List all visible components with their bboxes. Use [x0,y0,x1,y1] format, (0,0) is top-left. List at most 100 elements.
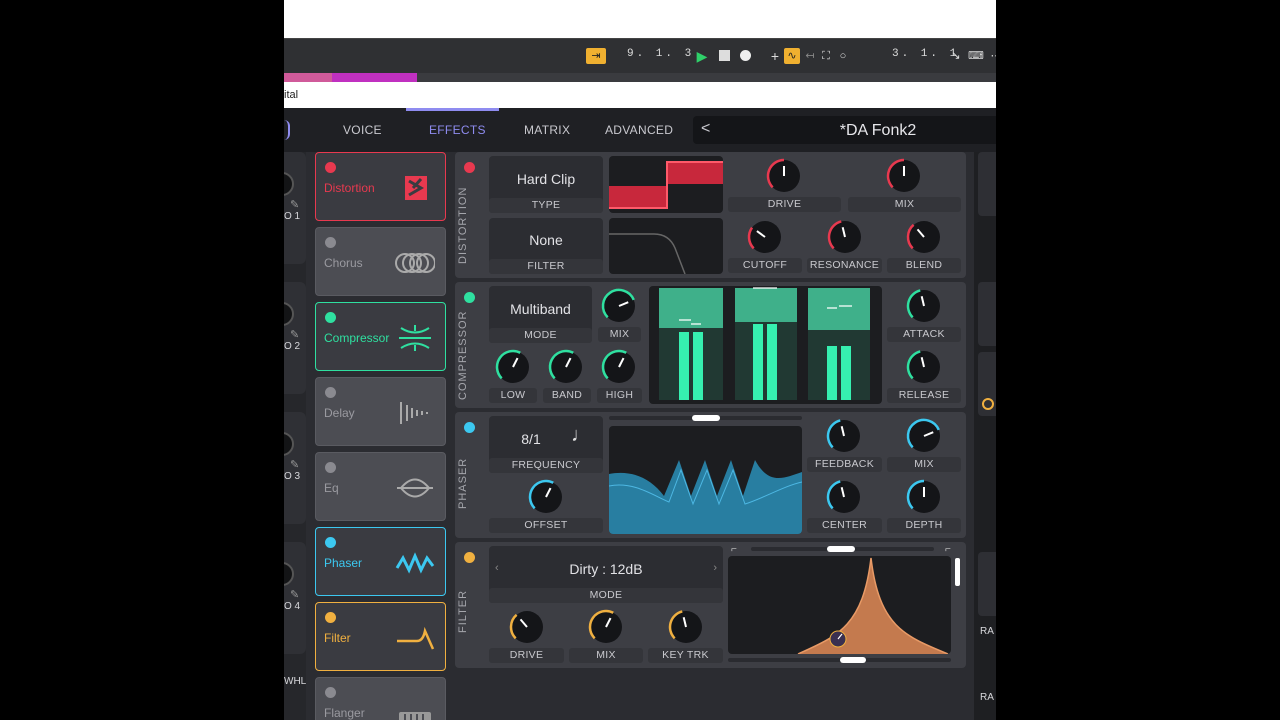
distortion-mix-knob[interactable] [884,156,924,196]
tab-voice[interactable]: VOICE [343,123,382,137]
follow-icon[interactable]: ⇥ [586,48,606,64]
filter-hscroll-handle[interactable] [840,657,866,663]
tab-matrix[interactable]: MATRIX [524,123,570,137]
filter-keytrk-knob[interactable] [666,607,706,647]
effect-enable-dot[interactable] [325,612,336,623]
lfo-label: O 1 [284,211,301,222]
position-display[interactable]: 9. 1. 3 [627,48,694,64]
filter-enable-dot[interactable] [464,552,475,563]
clip-1[interactable] [284,73,332,82]
compressor-high-knob[interactable] [599,347,639,387]
lfo-4-panel[interactable]: ✎ O 4 [284,542,306,654]
compressor-band-knob[interactable] [546,347,586,387]
automation-icon[interactable]: ∿ [784,48,800,64]
compressor-release-knob[interactable] [904,347,944,387]
highpass-icon[interactable]: ⌐ [945,544,951,555]
active-tab-indicator [406,108,499,111]
filter-drive-knob[interactable] [507,607,547,647]
phaser-offset-knob[interactable] [526,477,566,517]
distortion-resonance-knob[interactable] [825,217,865,257]
lowpass-icon[interactable]: ⌐ [731,544,737,555]
right-label-1: RA [980,626,994,637]
clip-2[interactable] [332,73,417,82]
effect-enable-dot[interactable] [325,462,336,473]
effect-card-delay[interactable]: Delay [315,377,446,446]
distortion-filter-label: FILTER [489,259,603,274]
tab-advanced[interactable]: ADVANCED [605,123,673,137]
pencil-icon[interactable]: ✎ [290,198,299,211]
effect-card-flanger[interactable]: Flanger [315,677,446,720]
filter-mode-selector[interactable]: ‹ Dirty : 12dB › MODE [489,546,723,603]
effect-enable-dot[interactable] [325,312,336,323]
filter-morph-slider[interactable] [751,546,934,552]
effect-card-compressor[interactable]: Compressor [315,302,446,371]
add-icon[interactable]: + [767,48,783,64]
lfo-3-panel[interactable]: ✎ O 3 [284,412,306,524]
distortion-enable-dot[interactable] [464,162,475,173]
effect-card-eq[interactable]: Eq [315,452,446,521]
lfo-1-panel[interactable]: ✎ O 1 [284,152,306,264]
effect-card-filter[interactable]: Filter [315,602,446,671]
effect-card-label: Flanger [324,706,365,720]
effect-card-phaser[interactable]: Phaser [315,527,446,596]
phaser-scroll-handle[interactable] [692,415,720,421]
effect-enable-dot[interactable] [325,537,336,548]
pencil-icon[interactable]: ✎ [290,588,299,601]
phaser-feedback-knob[interactable] [824,416,864,456]
right-card-3[interactable] [978,352,996,416]
effect-card-label: Eq [324,481,339,495]
right-card-2[interactable] [978,282,996,346]
compressor-enable-dot[interactable] [464,292,475,303]
capture-icon[interactable]: ⛶ [818,48,834,64]
right-knob-icon[interactable] [982,398,994,410]
effect-card-distortion[interactable]: Distortion [315,152,446,221]
distortion-type-selector[interactable]: Hard Clip TYPE [489,156,603,213]
record-icon[interactable] [737,48,753,64]
effect-enable-dot[interactable] [325,687,336,698]
lfo-2-panel[interactable]: ✎ O 2 [284,282,306,394]
right-card-1[interactable] [978,152,996,216]
lfo-knob[interactable] [284,432,294,456]
overflow-icon[interactable]: ⋯ [988,48,997,64]
compressor-mix-knob[interactable] [599,286,639,326]
quarter-note-icon[interactable]: ♩ [571,424,591,447]
filter-mode-next-icon[interactable]: › [713,562,717,574]
tab-effects[interactable]: EFFECTS [429,123,486,137]
distortion-blend-knob[interactable] [904,217,944,257]
play-icon[interactable]: ▶ [694,48,710,64]
compressor-mode-selector[interactable]: Multiband MODE [489,286,592,343]
phaser-scrollbar[interactable] [609,415,802,421]
monitor-icon[interactable]: ⌨ [968,48,984,64]
effect-enable-dot[interactable] [325,387,336,398]
phaser-title: PHASER [457,457,469,509]
lfo-knob[interactable] [284,562,294,586]
compressor-attack-knob[interactable] [904,286,944,326]
phaser-center-knob[interactable] [824,477,864,517]
distortion-cutoff-knob[interactable] [745,217,785,257]
lfo-knob[interactable] [284,172,294,196]
filter-horizontal-scroll[interactable] [728,657,951,663]
back-icon[interactable]: ↤ [802,48,818,64]
distortion-filter-selector[interactable]: None FILTER [489,218,603,274]
curve-icon[interactable]: ↘ [948,48,964,64]
phaser-depth-knob[interactable] [904,477,944,517]
compressor-low-knob[interactable] [493,347,533,387]
phaser-frequency-selector[interactable]: 8/1 ♩ FREQUENCY [489,416,603,473]
flanger-icon [395,698,435,720]
lfo-knob[interactable] [284,302,294,326]
filter-mix-knob[interactable] [586,607,626,647]
metronome-icon[interactable]: ○ [835,48,851,64]
effect-card-chorus[interactable]: Chorus [315,227,446,296]
filter-morph-handle[interactable] [827,546,855,552]
pencil-icon[interactable]: ✎ [290,458,299,471]
pencil-icon[interactable]: ✎ [290,328,299,341]
right-card-4[interactable] [978,552,996,616]
phaser-mix-knob[interactable] [904,416,944,456]
effect-enable-dot[interactable] [325,237,336,248]
stop-icon[interactable] [716,48,732,64]
distortion-drive-knob[interactable] [764,156,804,196]
preset-selector[interactable]: < *DA Fonk2 [693,116,996,144]
effect-enable-dot[interactable] [325,162,336,173]
filter-vertical-scroll[interactable] [955,558,960,586]
effect-card-label: Filter [324,631,351,645]
